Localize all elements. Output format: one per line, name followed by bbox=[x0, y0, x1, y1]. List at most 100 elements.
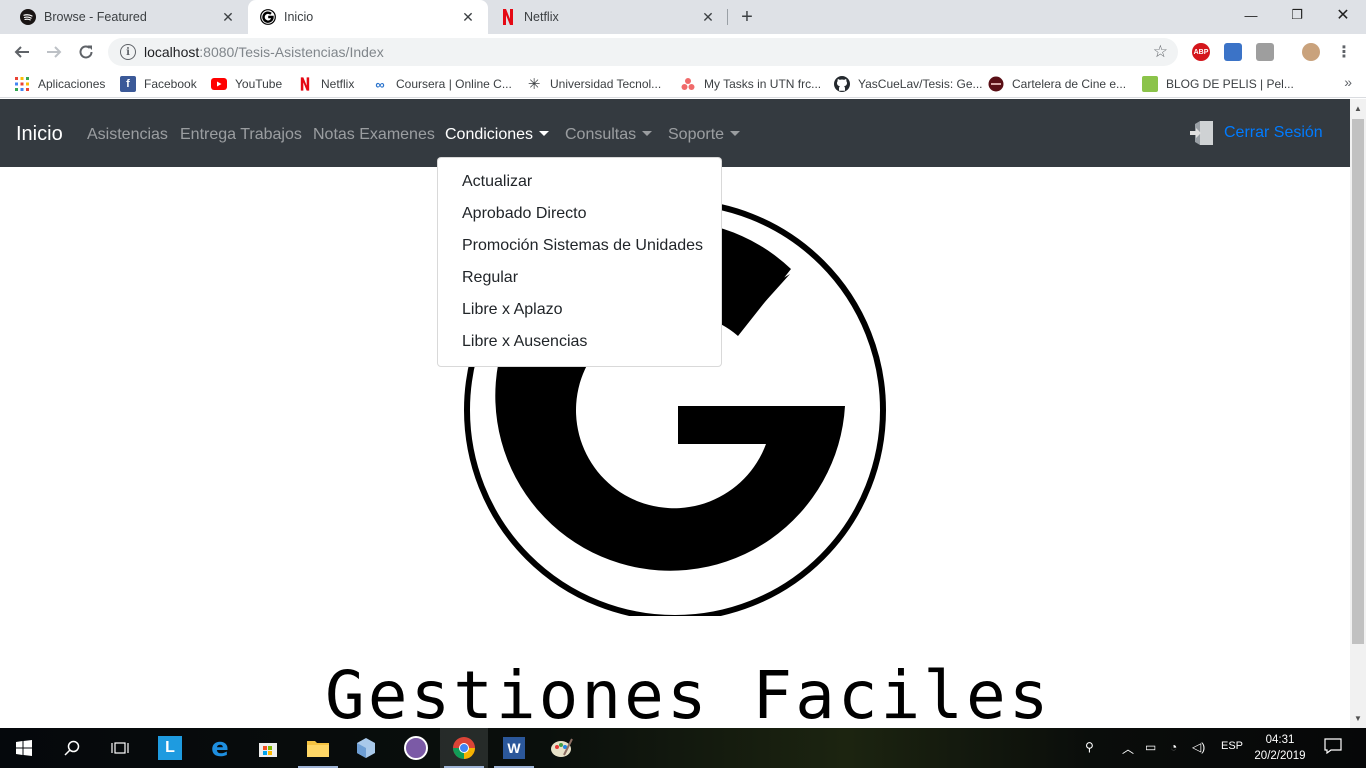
tab-inicio[interactable]: Inicio ✕ bbox=[248, 0, 488, 34]
adblock-label: ABP bbox=[1193, 48, 1209, 56]
forward-arrow-icon[interactable] bbox=[40, 38, 68, 66]
wifi-icon[interactable]: ◔ bbox=[1170, 740, 1177, 754]
dropdown-item-libre-ausencias[interactable]: Libre x Ausencias bbox=[438, 326, 721, 358]
cinema-icon bbox=[988, 76, 1004, 92]
tab-netflix[interactable]: Netflix ✕ bbox=[488, 0, 728, 34]
extension-cube-icon[interactable] bbox=[1224, 43, 1242, 61]
volume-icon[interactable]: ◁) bbox=[1192, 740, 1205, 754]
nav-condiciones-dropdown[interactable]: Condiciones bbox=[445, 126, 550, 144]
netflix-icon bbox=[297, 76, 313, 92]
url-path: :8080/Tesis-Asistencias/Index bbox=[199, 44, 384, 60]
dropdown-item-promocion[interactable]: Promoción Sistemas de Unidades bbox=[438, 230, 721, 262]
chrome-icon[interactable] bbox=[440, 728, 488, 768]
show-hidden-icons-chevron[interactable]: ︿ bbox=[1122, 740, 1134, 757]
word-icon[interactable]: W bbox=[490, 728, 538, 768]
bookmark-label: BLOG DE PELIS | Pel... bbox=[1166, 77, 1294, 91]
app-cat-icon[interactable] bbox=[392, 728, 440, 768]
profile-avatar[interactable] bbox=[1302, 43, 1320, 61]
browser-toolbar: i localhost:8080/Tesis-Asistencias/Index… bbox=[0, 34, 1366, 70]
search-icon[interactable] bbox=[48, 728, 96, 768]
app-cube-icon[interactable] bbox=[342, 728, 390, 768]
restore-button[interactable]: ❐ bbox=[1274, 0, 1320, 30]
g-logo-icon bbox=[260, 9, 276, 25]
apps-grid-icon bbox=[14, 76, 30, 92]
app-l-icon[interactable]: L bbox=[146, 728, 194, 768]
bookmark-label: Cartelera de Cine e... bbox=[1012, 77, 1127, 91]
clock-date: 20/2/2019 bbox=[1254, 750, 1306, 762]
bookmark-star-icon[interactable]: ☆ bbox=[1153, 42, 1168, 62]
dropdown-item-aprobado-directo[interactable]: Aprobado Directo bbox=[438, 198, 721, 230]
bookmark-label: YouTube bbox=[235, 77, 283, 91]
minimize-button[interactable]: — bbox=[1228, 0, 1274, 30]
dropdown-item-regular[interactable]: Regular bbox=[438, 262, 721, 294]
logout-label: Cerrar Sesión bbox=[1224, 124, 1323, 141]
nav-soporte-dropdown[interactable]: Soporte bbox=[668, 126, 741, 144]
bookmark-blog-pelis[interactable]: BLOG DE PELIS | Pel... bbox=[1142, 75, 1294, 93]
people-icon[interactable]: ⚲ bbox=[1085, 740, 1094, 754]
netflix-icon bbox=[500, 9, 516, 25]
scroll-down-icon[interactable]: ▼ bbox=[1354, 714, 1362, 723]
spotify-icon bbox=[20, 9, 36, 25]
asana-icon bbox=[680, 76, 696, 92]
bookmark-github[interactable]: YasCueLav/Tesis: Ge... bbox=[834, 75, 983, 93]
language-indicator[interactable]: ESP bbox=[1221, 740, 1243, 752]
windows-start-icon[interactable] bbox=[0, 728, 48, 768]
back-arrow-icon[interactable] bbox=[8, 38, 36, 66]
navbar-brand[interactable]: Inicio bbox=[16, 123, 63, 146]
tab-separator bbox=[727, 9, 728, 25]
extension-gray-icon[interactable] bbox=[1256, 43, 1274, 61]
paint-icon[interactable] bbox=[538, 728, 586, 768]
close-tab-icon[interactable]: ✕ bbox=[696, 5, 720, 29]
tab-title: Netflix bbox=[524, 10, 559, 24]
dropdown-item-actualizar[interactable]: Actualizar bbox=[438, 166, 721, 198]
bookmark-aplicaciones[interactable]: Aplicaciones bbox=[14, 75, 105, 93]
battery-icon[interactable]: ▭ bbox=[1145, 740, 1156, 754]
menu-dots-icon[interactable]: ⋮ bbox=[1330, 38, 1358, 66]
close-window-button[interactable]: ✕ bbox=[1320, 0, 1366, 30]
bookmarks-bar: Aplicaciones f Facebook YouTube Netflix ∞… bbox=[0, 70, 1366, 98]
site-info-icon[interactable]: i bbox=[120, 44, 136, 60]
bookmark-label: Aplicaciones bbox=[38, 77, 106, 91]
close-tab-icon[interactable]: ✕ bbox=[456, 5, 480, 29]
logout-door-icon bbox=[1190, 121, 1213, 145]
task-view-icon[interactable] bbox=[96, 728, 144, 768]
nav-consultas-dropdown[interactable]: Consultas bbox=[565, 126, 653, 144]
bookmark-label: Universidad Tecnol... bbox=[550, 77, 662, 91]
nav-entrega-trabajos[interactable]: Entrega Trabajos bbox=[180, 126, 302, 144]
bookmark-netflix[interactable]: Netflix bbox=[297, 75, 354, 93]
reload-icon[interactable] bbox=[72, 38, 100, 66]
logo-text: Gestiones Faciles bbox=[325, 657, 1052, 728]
nav-notas-examenes[interactable]: Notas Examenes bbox=[313, 126, 435, 144]
tab-spotify[interactable]: Browse - Featured ✕ bbox=[8, 0, 248, 34]
taskbar-clock[interactable]: 04:31 20/2/2019 bbox=[1250, 732, 1310, 764]
edge-icon[interactable]: e bbox=[196, 728, 244, 768]
scroll-up-icon[interactable]: ▲ bbox=[1354, 104, 1362, 113]
file-explorer-icon[interactable] bbox=[294, 728, 342, 768]
nav-asistencias[interactable]: Asistencias bbox=[87, 126, 168, 144]
logout-link[interactable]: Cerrar Sesión bbox=[1188, 119, 1323, 147]
bookmark-cartelera[interactable]: Cartelera de Cine e... bbox=[988, 75, 1126, 93]
close-tab-icon[interactable]: ✕ bbox=[216, 5, 240, 29]
notifications-icon[interactable] bbox=[1324, 738, 1342, 757]
adblock-plus-icon[interactable]: ABP bbox=[1192, 43, 1210, 61]
address-bar[interactable]: i localhost:8080/Tesis-Asistencias/Index… bbox=[108, 38, 1178, 66]
bookmark-label: YasCueLav/Tesis: Ge... bbox=[858, 77, 983, 91]
url-host: localhost bbox=[144, 44, 200, 60]
browser-tab-strip: Browse - Featured ✕ Inicio ✕ Netflix ✕ +… bbox=[0, 0, 1366, 34]
bookmark-coursera[interactable]: ∞ Coursera | Online C... bbox=[372, 75, 512, 93]
nav-label: Condiciones bbox=[445, 126, 534, 143]
caret-down-icon bbox=[539, 131, 550, 136]
new-tab-button[interactable]: + bbox=[735, 5, 759, 29]
page-scrollbar[interactable]: ▲ ▼ bbox=[1350, 99, 1366, 728]
bookmark-utn[interactable]: ✳ Universidad Tecnol... bbox=[526, 75, 661, 93]
bookmark-asana[interactable]: My Tasks in UTN frc... bbox=[680, 75, 821, 93]
bookmark-facebook[interactable]: f Facebook bbox=[120, 75, 197, 93]
store-icon[interactable] bbox=[244, 728, 292, 768]
scrollbar-thumb[interactable] bbox=[1352, 119, 1364, 644]
bookmark-youtube[interactable]: YouTube bbox=[211, 75, 282, 93]
more-bookmarks-icon[interactable]: » bbox=[1344, 74, 1352, 90]
dropdown-item-libre-aplazo[interactable]: Libre x Aplazo bbox=[438, 294, 721, 326]
bookmark-label: Coursera | Online C... bbox=[396, 77, 512, 91]
bookmark-label: Facebook bbox=[144, 77, 197, 91]
nav-label: Entrega Trabajos bbox=[180, 126, 302, 143]
